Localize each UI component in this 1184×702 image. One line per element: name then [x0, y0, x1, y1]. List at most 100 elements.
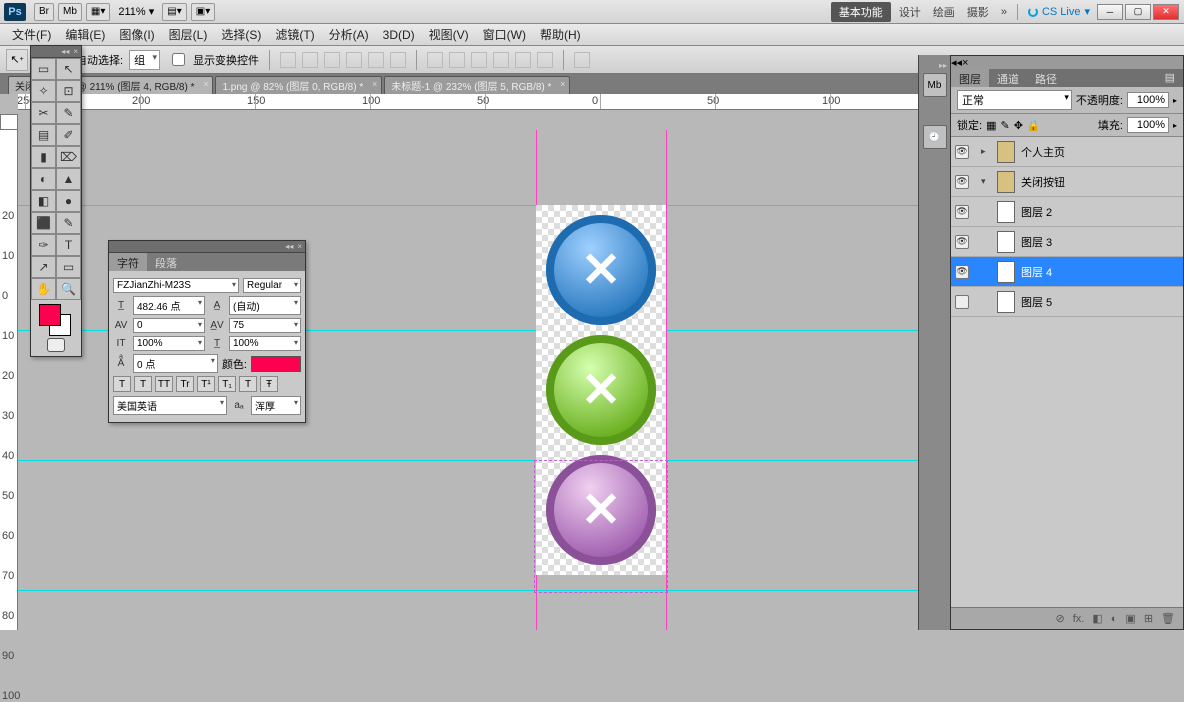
visibility-toggle[interactable] [955, 295, 969, 309]
tools-panel[interactable]: ◂◂× ▭↖✧⊡✂✎▤✐▮⌦◐▲◧●⬛✎✑T↗▭✋🔍 [30, 45, 82, 357]
text-style-button[interactable]: Ŧ [260, 376, 278, 392]
leading-field[interactable]: (自动) [229, 296, 301, 315]
layer-row[interactable]: 👁 图层 2 [951, 197, 1183, 227]
text-style-button[interactable]: T¹ [197, 376, 215, 392]
font-size-field[interactable]: 482.46 点 [133, 296, 205, 315]
lock-pixels-icon[interactable]: ✎ [1000, 119, 1009, 132]
close-icon[interactable]: × [962, 57, 968, 69]
baseline-field[interactable]: 0 点 [133, 354, 218, 373]
collapse-icon[interactable]: ◂◂ [61, 47, 69, 56]
disclosure-icon[interactable]: ▸ [981, 146, 991, 157]
text-style-button[interactable]: Tr [176, 376, 194, 392]
workspace-paint[interactable]: 绘画 [933, 4, 955, 20]
tool-button[interactable]: ▤ [31, 124, 56, 146]
cs-live[interactable]: CS Live▾ [1028, 5, 1090, 18]
tool-button[interactable]: ◐ [31, 168, 56, 190]
window-close[interactable]: ✕ [1153, 4, 1179, 20]
layer-name[interactable]: 关闭按钮 [1021, 174, 1065, 190]
tool-button[interactable]: ▭ [56, 256, 81, 278]
layer-row[interactable]: 👁图层 3 [951, 227, 1183, 257]
layer-thumbnail[interactable] [997, 261, 1015, 283]
tool-button[interactable]: ▲ [56, 168, 81, 190]
menu-item[interactable]: 图层(L) [163, 24, 214, 45]
show-transform-checkbox[interactable] [172, 53, 185, 66]
layer-name[interactable]: 个人主页 [1021, 144, 1065, 160]
close-icon[interactable]: × [297, 242, 302, 251]
tab-channels[interactable]: 通道 [989, 69, 1027, 87]
tab-character[interactable]: 字符 [109, 253, 147, 271]
fill-field[interactable]: 100% [1127, 117, 1169, 133]
tool-button[interactable]: 🔍 [56, 278, 81, 300]
arrange-button[interactable]: ▤▾ [162, 3, 186, 21]
tool-button[interactable]: ✋ [31, 278, 56, 300]
workspace-photo[interactable]: 摄影 [967, 4, 989, 20]
tab-paths[interactable]: 路径 [1027, 69, 1065, 87]
font-style-field[interactable]: Regular [243, 278, 301, 293]
tool-button[interactable]: ✎ [56, 212, 81, 234]
menu-item[interactable]: 分析(A) [323, 24, 375, 45]
tool-button[interactable]: ▭ [31, 58, 56, 80]
menu-item[interactable]: 文件(F) [6, 24, 57, 45]
zoom-readout[interactable]: 211% ▾ [118, 5, 154, 18]
character-panel[interactable]: ◂◂× 字符 段落 FZJianZhi-M23S Regular T̲ 482.… [108, 240, 306, 423]
tool-button[interactable]: ↗ [31, 256, 56, 278]
layer-name[interactable]: 图层 2 [1021, 204, 1052, 220]
document-canvas[interactable]: ✕ ✕ ✕ [536, 205, 666, 575]
layer-thumbnail[interactable] [997, 231, 1015, 253]
language-field[interactable]: 美国英语 [113, 396, 227, 415]
bridge-button[interactable]: Br [34, 3, 54, 21]
menu-item[interactable]: 3D(D) [377, 26, 421, 44]
tool-button[interactable]: ✐ [56, 124, 81, 146]
layer-action-button[interactable]: ▣ [1125, 612, 1135, 625]
ruler-vertical[interactable]: 20100102030405060708090100 [0, 130, 18, 630]
opacity-field[interactable]: 100% [1127, 92, 1169, 108]
document-tab[interactable]: 1.png @ 82% (图层 0, RGB/8) *× [215, 76, 382, 94]
menu-item[interactable]: 滤镜(T) [269, 24, 320, 45]
layer-thumbnail[interactable] [997, 201, 1015, 223]
tool-button[interactable]: ✂ [31, 102, 56, 124]
tab-layers[interactable]: 图层 [951, 69, 989, 87]
visibility-toggle[interactable]: 👁 [955, 175, 969, 189]
tab-paragraph[interactable]: 段落 [147, 253, 185, 271]
close-icon[interactable]: × [73, 47, 78, 56]
menu-item[interactable]: 编辑(E) [59, 24, 111, 45]
screen-mode-button[interactable]: ▦▾ [86, 3, 110, 21]
text-style-button[interactable]: TT [155, 376, 173, 392]
lock-all-icon[interactable]: 🔒 [1027, 119, 1041, 132]
tool-button[interactable]: ✧ [31, 80, 56, 102]
text-style-button[interactable]: T [113, 376, 131, 392]
layer-group-row[interactable]: 👁▸个人主页 [951, 137, 1183, 167]
document-tab[interactable]: 未标题-1 @ 232% (图层 5, RGB/8) *× [384, 76, 570, 94]
layer-action-button[interactable]: 🗑 [1161, 612, 1175, 625]
text-style-button[interactable]: T [239, 376, 257, 392]
color-swatches[interactable] [31, 300, 81, 334]
layer-thumbnail[interactable] [997, 171, 1015, 193]
text-style-button[interactable]: T [134, 376, 152, 392]
layer-action-button[interactable]: ⊞ [1144, 612, 1153, 625]
tool-button[interactable]: ✎ [56, 102, 81, 124]
layer-action-button[interactable]: fx. [1073, 613, 1085, 625]
visibility-toggle[interactable]: 👁 [955, 265, 969, 279]
layer-thumbnail[interactable] [997, 291, 1015, 313]
minibridge-icon[interactable]: Mb [923, 73, 947, 97]
disclosure-icon[interactable]: ▾ [981, 176, 991, 187]
quick-mask-button[interactable] [31, 334, 81, 356]
current-tool-icon[interactable]: ↖+ [6, 49, 28, 71]
guide-vertical[interactable] [666, 130, 667, 630]
layer-thumbnail[interactable] [997, 141, 1015, 163]
collapse-icon[interactable]: ◂◂ [285, 242, 293, 251]
layers-panel[interactable]: ◂◂× 图层 通道 路径 ▤ 正常 不透明度: 100% ▸ 锁定: ▦ ✎ ✥… [950, 55, 1184, 630]
tool-button[interactable]: ⬛ [31, 212, 56, 234]
visibility-toggle[interactable]: 👁 [955, 235, 969, 249]
tool-button[interactable]: ✑ [31, 234, 56, 256]
text-style-button[interactable]: T₁ [218, 376, 236, 392]
tool-button[interactable]: T [56, 234, 81, 256]
blend-mode-select[interactable]: 正常 [957, 90, 1072, 110]
lock-position-icon[interactable]: ✥ [1014, 119, 1023, 132]
tool-button[interactable]: ● [56, 190, 81, 212]
workspace-design[interactable]: 设计 [899, 4, 921, 20]
extras-button[interactable]: ▣▾ [191, 3, 215, 21]
visibility-toggle[interactable]: 👁 [955, 205, 969, 219]
close-icon[interactable]: × [203, 79, 208, 89]
minibridge-button[interactable]: Mb [58, 3, 82, 21]
